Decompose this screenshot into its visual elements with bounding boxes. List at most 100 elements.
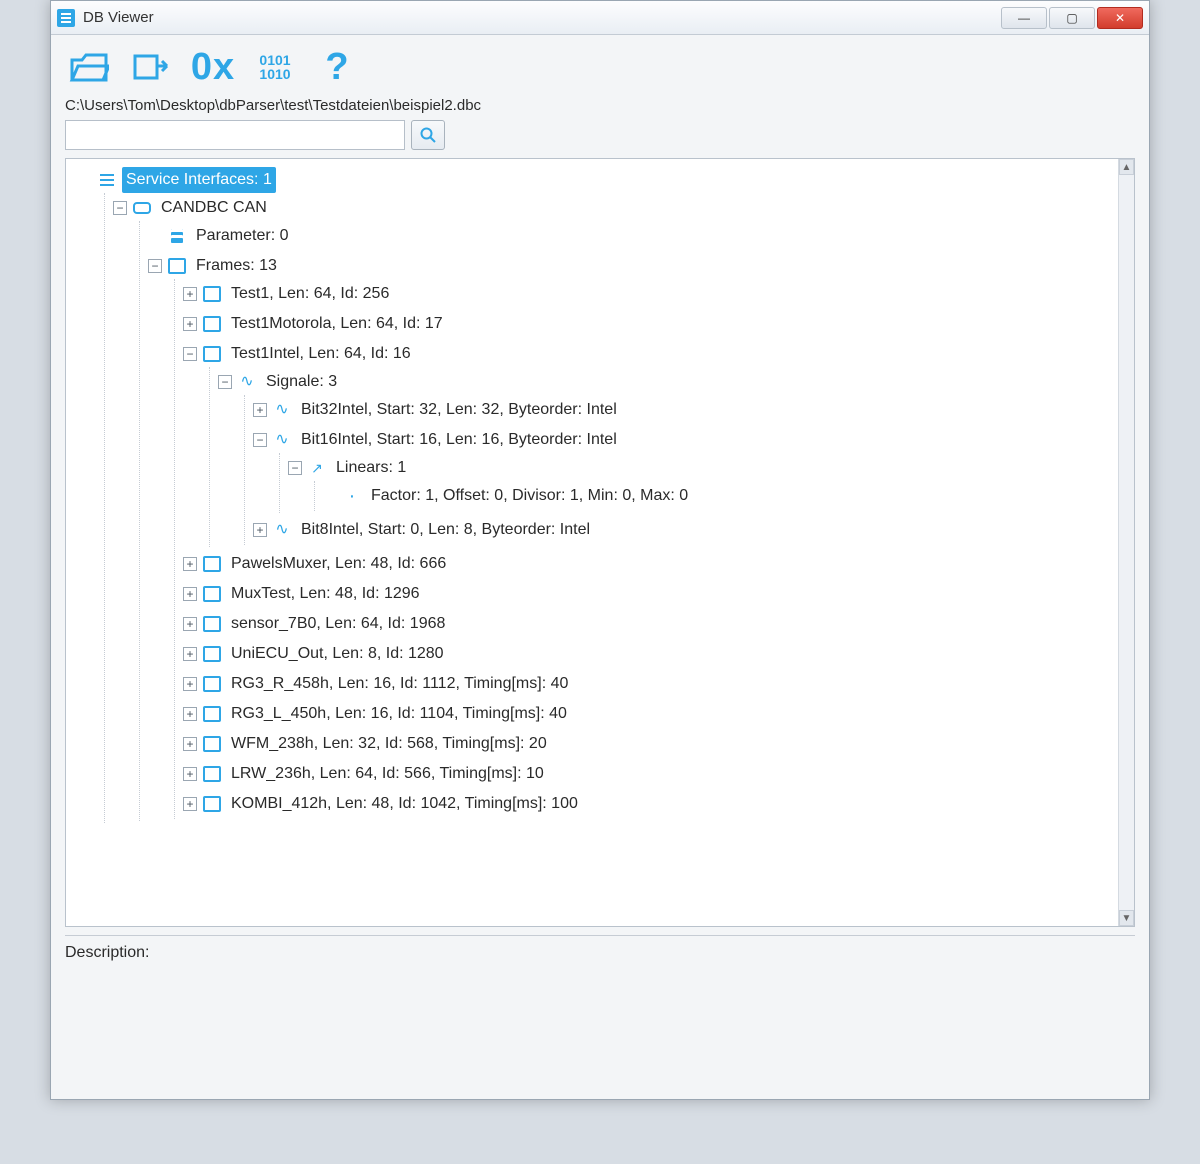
tree-node-label[interactable]: Test1, Len: 64, Id: 256 [227,281,393,307]
scroll-down-button[interactable]: ▼ [1119,910,1134,926]
tree-expander[interactable]: − [148,259,162,273]
tree-node-label[interactable]: Bit32Intel, Start: 32, Len: 32, Byteorde… [297,397,621,423]
search-input[interactable] [65,120,405,150]
tree-expander[interactable]: + [183,737,197,751]
tree-expander[interactable]: − [218,375,232,389]
frame-icon [203,286,221,302]
tree-row[interactable]: Factor: 1, Offset: 0, Divisor: 1, Min: 0… [323,483,1114,509]
tree-expander[interactable]: + [183,317,197,331]
tree-row[interactable]: + LRW_236h, Len: 64, Id: 566, Timing[ms]:… [183,761,1114,787]
bits-row-1: 0101 [259,53,290,67]
tree-expander [323,489,337,503]
close-button[interactable]: ✕ [1097,7,1143,29]
linear-icon [308,460,326,476]
tree-row[interactable]: + UniECU_Out, Len: 8, Id: 1280 [183,641,1114,667]
tree-node-label[interactable]: sensor_7B0, Len: 64, Id: 1968 [227,611,449,637]
tree-node-label[interactable]: Factor: 1, Offset: 0, Divisor: 1, Min: 0… [367,483,692,509]
tree-node-label[interactable]: CANDBC CAN [157,195,271,221]
tree-scroll[interactable]: Service Interfaces: 1 − CANDBC CANParamete… [66,159,1118,926]
tree-node: + RG3_L_450h, Len: 16, Id: 1104, Timing[m… [179,699,1114,729]
help-button[interactable]: ? [313,43,361,91]
titlebar: DB Viewer — ▢ ✕ [51,1,1149,35]
param-icon [168,228,186,244]
tree-node-label[interactable]: PawelsMuxer, Len: 48, Id: 666 [227,551,450,577]
tree-node: −Test1Intel, Len: 64, Id: 16−Signale: 3+… [179,339,1114,549]
tree-expander[interactable]: + [183,617,197,631]
tree-row[interactable]: Parameter: 0 [148,223,1114,249]
tree-expander[interactable]: + [183,287,197,301]
tree-expander[interactable]: + [253,523,267,537]
file-path: C:\Users\Tom\Desktop\dbParser\test\Testd… [51,95,1149,120]
tree-expander[interactable]: + [183,677,197,691]
tree-row[interactable]: + Test1, Len: 64, Id: 256 [183,281,1114,307]
tree-node: + sensor_7B0, Len: 64, Id: 1968 [179,609,1114,639]
search-button[interactable] [411,120,445,150]
open-file-button[interactable] [65,43,113,91]
tree-row[interactable]: − Frames: 13 [148,253,1114,279]
tree-row[interactable]: − Bit16Intel, Start: 16, Len: 16, Byteord… [253,427,1114,453]
tree-node-label[interactable]: Bit16Intel, Start: 16, Len: 16, Byteorde… [297,427,621,453]
tree-row[interactable]: − CANDBC CAN [113,195,1114,221]
tree-expander[interactable]: + [183,767,197,781]
tree-node: − Linears: 1Factor: 1, Offset: 0, Divisor… [284,453,1114,513]
tree-node-label[interactable]: Test1Motorola, Len: 64, Id: 17 [227,311,447,337]
tree-row[interactable]: + RG3_L_450h, Len: 16, Id: 1104, Timing[m… [183,701,1114,727]
frame-icon [203,796,221,812]
value-icon [343,488,361,504]
tree-expander[interactable]: + [253,403,267,417]
tree-node-label[interactable]: UniECU_Out, Len: 8, Id: 1280 [227,641,448,667]
toolbar: 0x 0101 1010 ? [51,35,1149,95]
tree-expander[interactable]: + [183,587,197,601]
tree-node-label[interactable]: Linears: 1 [332,455,410,481]
tree-expander[interactable]: + [183,707,197,721]
tree-node-label[interactable]: Signale: 3 [262,369,341,395]
tree-row[interactable]: + sensor_7B0, Len: 64, Id: 1968 [183,611,1114,637]
window-controls: — ▢ ✕ [999,7,1143,29]
tree-expander[interactable]: − [113,201,127,215]
tree-node-label[interactable]: Service Interfaces: 1 [122,167,276,193]
interface-icon [98,172,116,188]
tree-scrollbar[interactable]: ▲ ▼ [1118,159,1134,926]
tree-node: + KOMBI_412h, Len: 48, Id: 1042, Timing[m… [179,789,1114,819]
tree-node-label[interactable]: WFM_238h, Len: 32, Id: 568, Timing[ms]: … [227,731,551,757]
minimize-button[interactable]: — [1001,7,1047,29]
tree-expander[interactable]: + [183,647,197,661]
tree-expander[interactable]: + [183,557,197,571]
bits-toggle-button[interactable]: 0101 1010 [251,43,299,91]
frame-icon [203,706,221,722]
app-icon [57,9,75,27]
tree-expander[interactable]: − [288,461,302,475]
hex-toggle-button[interactable]: 0x [189,43,237,91]
tree-node: + Bit8Intel, Start: 0, Len: 8, Byteorder:… [249,515,1114,545]
tree-expander[interactable]: − [183,347,197,361]
export-button[interactable] [127,43,175,91]
tree-row[interactable]: + Test1Motorola, Len: 64, Id: 17 [183,311,1114,337]
tree-row[interactable]: − Signale: 3 [218,369,1114,395]
tree-row[interactable]: + WFM_238h, Len: 32, Id: 568, Timing[ms]:… [183,731,1114,757]
tree-node-label[interactable]: KOMBI_412h, Len: 48, Id: 1042, Timing[ms… [227,791,582,817]
tree-node-label[interactable]: RG3_L_450h, Len: 16, Id: 1104, Timing[ms… [227,701,571,727]
tree-node-label[interactable]: Bit8Intel, Start: 0, Len: 8, Byteorder: … [297,517,594,543]
tree-row[interactable]: + Bit8Intel, Start: 0, Len: 8, Byteorder:… [253,517,1114,543]
tree-row[interactable]: Service Interfaces: 1 [78,167,1114,193]
frame-icon [203,586,221,602]
tree-row[interactable]: + MuxTest, Len: 48, Id: 1296 [183,581,1114,607]
tree-row[interactable]: + Bit32Intel, Start: 32, Len: 32, Byteord… [253,397,1114,423]
tree-row[interactable]: − Linears: 1 [288,455,1114,481]
tree-row[interactable]: + RG3_R_458h, Len: 16, Id: 1112, Timing[m… [183,671,1114,697]
tree-expander[interactable]: + [183,797,197,811]
tree-node-label[interactable]: LRW_236h, Len: 64, Id: 566, Timing[ms]: … [227,761,548,787]
tree-node-label[interactable]: RG3_R_458h, Len: 16, Id: 1112, Timing[ms… [227,671,572,697]
maximize-button[interactable]: ▢ [1049,7,1095,29]
tree-row[interactable]: + PawelsMuxer, Len: 48, Id: 666 [183,551,1114,577]
tree-row[interactable]: − Test1Intel, Len: 64, Id: 16 [183,341,1114,367]
tree-node-label[interactable]: MuxTest, Len: 48, Id: 1296 [227,581,424,607]
tree-panel: Service Interfaces: 1 − CANDBC CANParamete… [65,158,1135,927]
tree-node-label[interactable]: Parameter: 0 [192,223,292,249]
tree-row[interactable]: + KOMBI_412h, Len: 48, Id: 1042, Timing[m… [183,791,1114,817]
tree-expander[interactable]: − [253,433,267,447]
tree-node-label[interactable]: Test1Intel, Len: 64, Id: 16 [227,341,415,367]
scroll-up-button[interactable]: ▲ [1119,159,1134,175]
tree-node-label[interactable]: Frames: 13 [192,253,281,279]
tree-node: Service Interfaces: 1 − CANDBC CANParamete… [74,165,1114,825]
